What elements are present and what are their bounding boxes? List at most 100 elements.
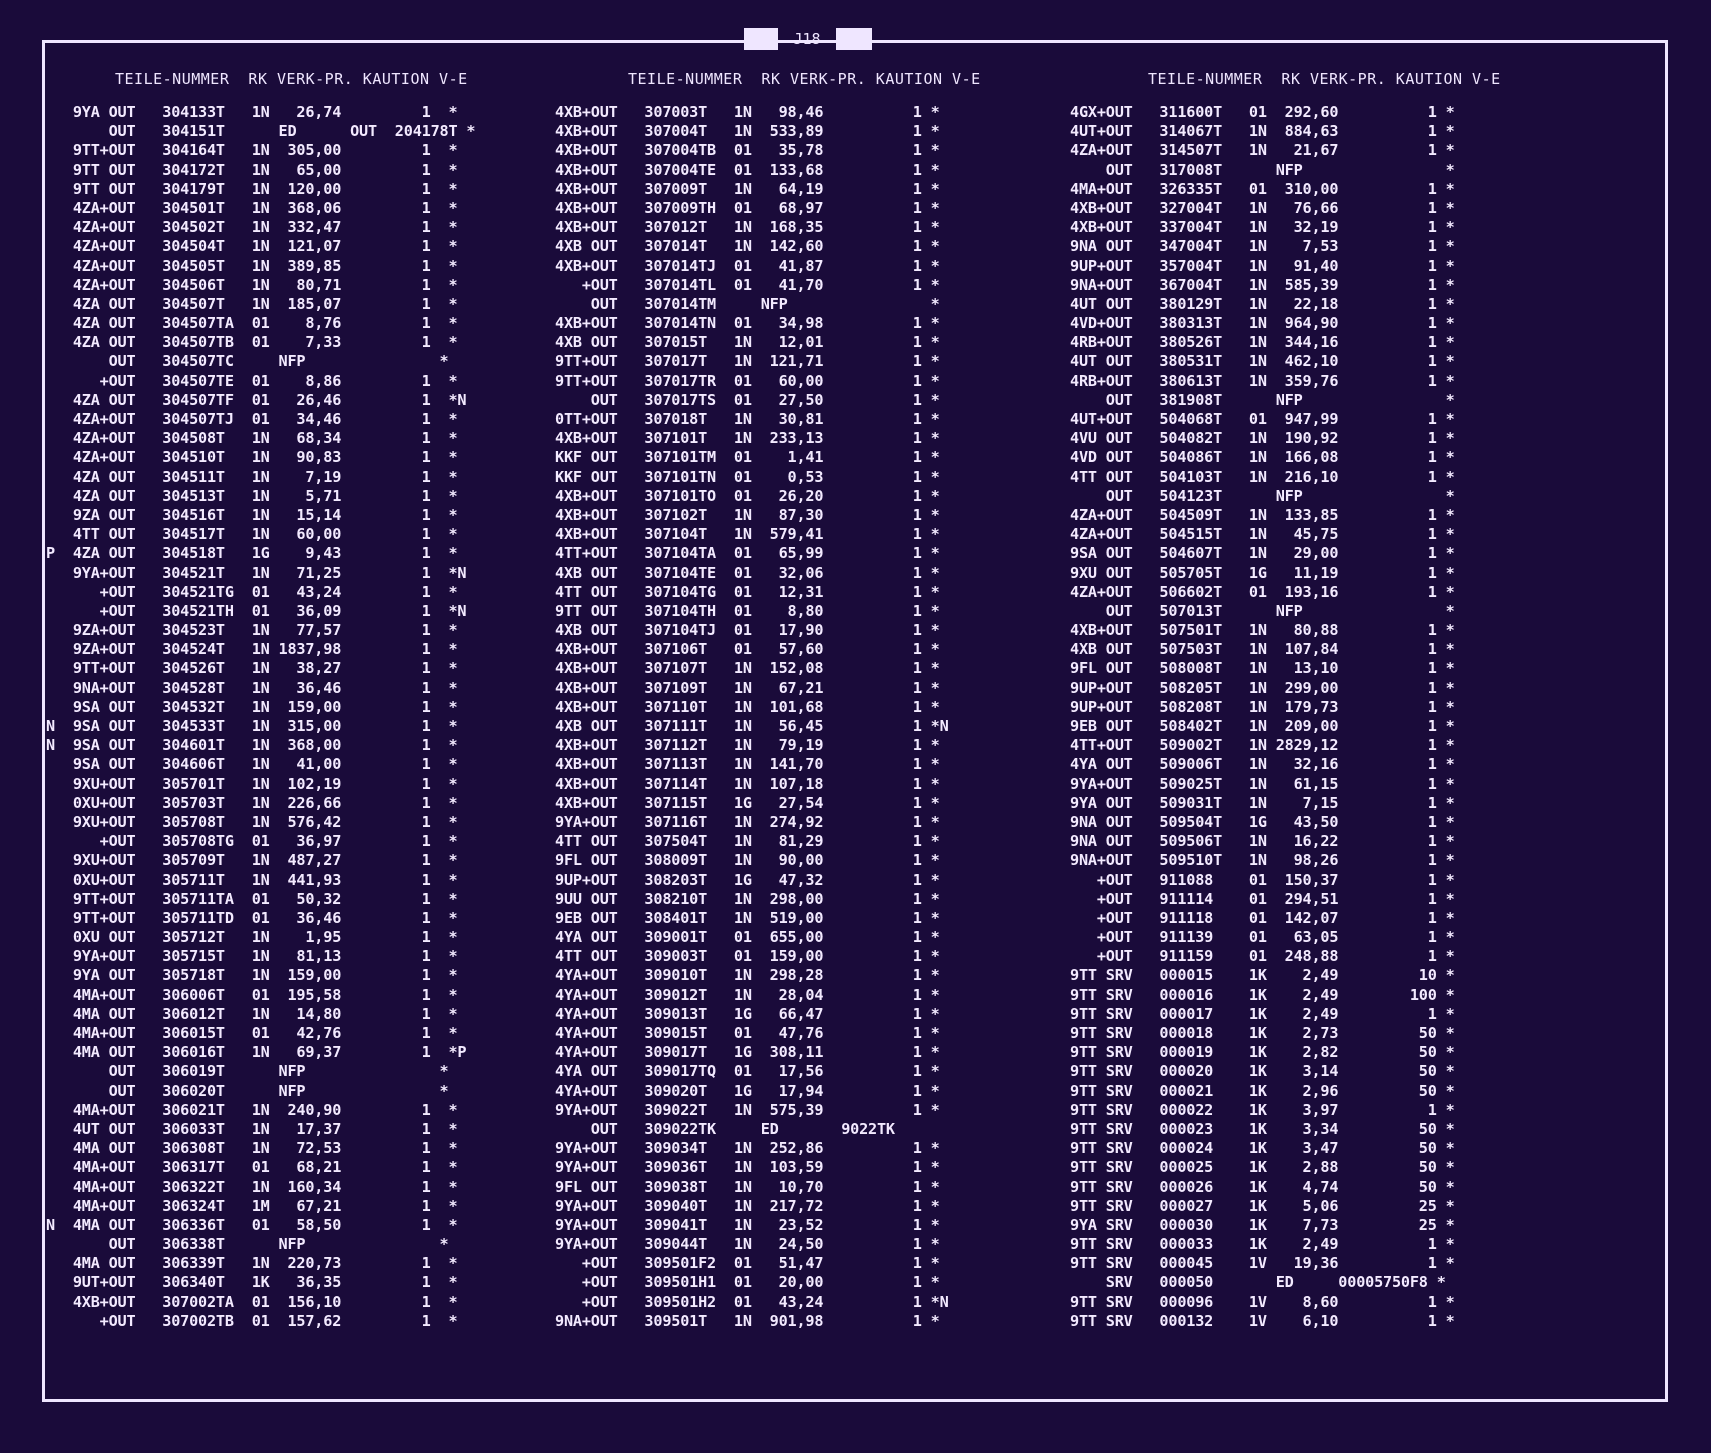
part-row: 4MA+OUT 306006T 01 195,58 1 *	[46, 985, 458, 1004]
part-row: 4XB+OUT 307109T 1N 67,21 1 *	[555, 678, 940, 697]
part-row: 4YA+OUT 309013T 1G 66,47 1 *	[555, 1004, 940, 1023]
part-row: OUT 381908T NFP *	[1070, 390, 1455, 409]
part-row: 9NA OUT 347004T 1N 7,53 1 *	[1070, 237, 1455, 256]
part-row: 9EB OUT 308401T 1N 519,00 1 *	[555, 908, 940, 927]
part-row: 4YA+OUT 309020T 1G 17,94 1 *	[555, 1081, 940, 1100]
part-row: 9TT SRV 000033 1K 2,49 1 *	[1070, 1235, 1455, 1254]
part-row: 4XB+OUT 307104T 1N 579,41 1 *	[555, 525, 940, 544]
part-row: 0XU+OUT 305703T 1N 226,66 1 *	[46, 793, 458, 812]
part-row: 4ZA OUT 304507TA 01 8,76 1 *	[46, 314, 458, 333]
part-row: 0XU OUT 305712T 1N 1,95 1 *	[46, 928, 458, 947]
part-row: 4XB OUT 307104TE 01 32,06 1 *	[555, 563, 940, 582]
part-row: OUT 304507TC NFP *	[46, 352, 449, 371]
part-row: 4XB+OUT 307101T 1N 233,13 1 *	[555, 429, 940, 448]
part-row: 4XB+OUT 307114T 1N 107,18 1 *	[555, 774, 940, 793]
part-row: 9TT SRV 000132 1V 6,10 1 *	[1070, 1311, 1455, 1330]
part-row: 4XB+OUT 327004T 1N 76,66 1 *	[1070, 198, 1455, 217]
part-row: 4XB+OUT 307110T 1N 101,68 1 *	[555, 697, 940, 716]
part-row: 9NA+OUT 304528T 1N 36,46 1 *	[46, 678, 458, 697]
part-row: 9NA+OUT 367004T 1N 585,39 1 *	[1070, 275, 1455, 294]
part-row: 9YA+OUT 309041T 1N 23,52 1 *	[555, 1215, 940, 1234]
column-header-1: TEILE-NUMMER RK VERK-PR. KAUTION V-E	[115, 70, 468, 88]
part-row: 4XB+OUT 307014TN 01 34,98 1 *	[555, 314, 940, 333]
part-row: 9YA SRV 000030 1K 7,73 25 *	[1070, 1215, 1455, 1234]
part-row: 4ZA+OUT 504515T 1N 45,75 1 *	[1070, 525, 1455, 544]
part-row: 4YA OUT 509006T 1N 32,16 1 *	[1070, 755, 1455, 774]
part-row: 9TT+OUT 304164T 1N 305,00 1 *	[46, 141, 458, 160]
part-row: 9TT+OUT 307017TR 01 60,00 1 *	[555, 371, 940, 390]
part-row: 9TT OUT 304172T 1N 65,00 1 *	[46, 160, 458, 179]
part-row: 4XB+OUT 307115T 1G 27,54 1 *	[555, 793, 940, 812]
part-row: 9TT SRV 000026 1K 4,74 50 *	[1070, 1177, 1455, 1196]
part-row: 4XB+OUT 307112T 1N 79,19 1 *	[555, 736, 940, 755]
part-row: 9TT SRV 000023 1K 3,34 50 *	[1070, 1119, 1455, 1138]
part-row: 4XB+OUT 307102T 1N 87,30 1 *	[555, 505, 940, 524]
part-row: 9YA OUT 509031T 1N 7,15 1 *	[1070, 793, 1455, 812]
part-row: 4YA+OUT 309015T 01 47,76 1 *	[555, 1024, 940, 1042]
part-row: 9XU OUT 505705T 1G 11,19 1 *	[1070, 563, 1455, 582]
part-row: 4ZA+OUT 304504T 1N 121,07 1 *	[46, 237, 458, 256]
part-row: 4VU OUT 504082T 1N 190,92 1 *	[1070, 429, 1455, 448]
part-row: 9ZA+OUT 304523T 1N 77,57 1 *	[46, 621, 458, 640]
part-row: OUT 306020T NFP *	[46, 1081, 449, 1100]
part-row: 9YA+OUT 305715T 1N 81,13 1 *	[46, 947, 458, 966]
part-row: +OUT 911114 01 294,51 1 *	[1070, 889, 1455, 908]
part-row: 4XB+OUT 307012T 1N 168,35 1 *	[555, 218, 940, 237]
part-row: 4TT+OUT 509002T 1N 2829,12 1 *	[1070, 736, 1455, 755]
part-row: 9TT+OUT 307017T 1N 121,71 1 *	[555, 352, 940, 371]
part-row: +OUT 304507TE 01 8,86 1 *	[46, 371, 458, 390]
part-row: 4YA+OUT 309012T 1N 28,04 1 *	[555, 985, 940, 1004]
part-row: +OUT 911118 01 142,07 1 *	[1070, 908, 1455, 927]
part-row: 4ZA+OUT 304507TJ 01 34,46 1 *	[46, 410, 458, 428]
part-row: 4ZA OUT 304507T 1N 185,07 1 *	[46, 294, 458, 313]
part-row: 4ZA OUT 304507TB 01 7,33 1 *	[46, 333, 458, 352]
part-row: N 9SA OUT 304601T 1N 368,00 1 *	[46, 736, 458, 755]
part-row: 4ZA+OUT 314507T 1N 21,67 1 *	[1070, 141, 1455, 160]
part-row: 9UP+OUT 508208T 1N 179,73 1 *	[1070, 697, 1455, 716]
part-row: 4UT OUT 306033T 1N 17,37 1 *	[46, 1119, 458, 1138]
parts-column-2: 4XB+OUT 307003T 1N 98,46 1 * 4XB+OUT 3070…	[555, 103, 949, 1331]
part-row: OUT 309022TK ED 9022TK	[555, 1119, 931, 1138]
part-row: OUT 507013T NFP *	[1070, 601, 1455, 620]
part-row: 4ZA+OUT 304506T 1N 80,71 1 *	[46, 275, 458, 294]
part-row: 4GX+OUT 311600T 01 292,60 1 *	[1070, 103, 1455, 121]
part-row: 9TT SRV 000025 1K 2,88 50 *	[1070, 1158, 1455, 1177]
part-row: KKF OUT 307101TM 01 1,41 1 *	[555, 448, 940, 467]
part-row: 9YA+OUT 309022T 1N 575,39 1 *	[555, 1100, 940, 1119]
part-row: 4XB OUT 307015T 1N 12,01 1 *	[555, 333, 940, 352]
part-row: 4XB+OUT 307014TJ 01 41,87 1 *	[555, 256, 940, 275]
part-row: 9TT OUT 307104TH 01 8,80 1 *	[555, 601, 940, 620]
part-row: 9EB OUT 508402T 1N 209,00 1 *	[1070, 717, 1455, 735]
parts-column-3: 4GX+OUT 311600T 01 292,60 1 * 4UT+OUT 314…	[1070, 103, 1455, 1331]
part-row: 9FL OUT 309038T 1N 10,70 1 *	[555, 1177, 940, 1196]
part-row: 4XB+OUT 307107T 1N 152,08 1 *	[555, 659, 940, 678]
part-row: OUT 307014TM NFP *	[555, 294, 940, 313]
part-row: +OUT 304521TG 01 43,24 1 *	[46, 582, 458, 601]
part-row: 4XB OUT 307014T 1N 142,60 1 *	[555, 237, 940, 256]
part-row: 4YA OUT 309017TQ 01 17,56 1 *	[555, 1062, 940, 1081]
part-row: 9YA OUT 304133T 1N 26,74 1 *	[46, 103, 458, 121]
part-row: 0XU+OUT 305711T 1N 441,93 1 *	[46, 870, 458, 889]
part-row: 9UU OUT 308210T 1N 298,00 1 *	[555, 889, 940, 908]
part-row: 4RB+OUT 380526T 1N 344,16 1 *	[1070, 333, 1455, 352]
part-row: 9UP+OUT 308203T 1G 47,32 1 *	[555, 870, 940, 889]
part-row: 4ZA+OUT 304510T 1N 90,83 1 *	[46, 448, 458, 467]
part-row: +OUT 911139 01 63,05 1 *	[1070, 928, 1455, 947]
part-row: 9TT SRV 000016 1K 2,49 100 *	[1070, 985, 1455, 1004]
part-row: 4TT OUT 309003T 01 159,00 1 *	[555, 947, 940, 966]
part-row: +OUT 309501H2 01 43,24 1 *N	[555, 1292, 949, 1311]
part-row: 9YA+OUT 309040T 1N 217,72 1 *	[555, 1196, 940, 1215]
part-row: 4ZA+OUT 304508T 1N 68,34 1 *	[46, 429, 458, 448]
part-row: 4UT+OUT 504068T 01 947,99 1 *	[1070, 410, 1455, 428]
part-row: 4XB+OUT 307101TO 01 26,20 1 *	[555, 486, 940, 505]
part-row: 9YA+OUT 307116T 1N 274,92 1 *	[555, 812, 940, 831]
part-row: 9NA OUT 509504T 1G 43,50 1 *	[1070, 812, 1455, 831]
part-row: 4ZA+OUT 304501T 1N 368,06 1 *	[46, 198, 458, 217]
part-row: +OUT 304521TH 01 36,09 1 *N	[46, 601, 467, 620]
part-row: 9NA OUT 509506T 1N 16,22 1 *	[1070, 832, 1455, 851]
part-row: 4VD+OUT 380313T 1N 964,90 1 *	[1070, 314, 1455, 333]
part-row: 9TT+OUT 305711TA 01 50,32 1 *	[46, 889, 458, 908]
part-row: 4ZA+OUT 304505T 1N 389,85 1 *	[46, 256, 458, 275]
part-row: 9UP+OUT 357004T 1N 91,40 1 *	[1070, 256, 1455, 275]
part-row: OUT 304151T ED OUT 204178T *	[46, 122, 476, 141]
